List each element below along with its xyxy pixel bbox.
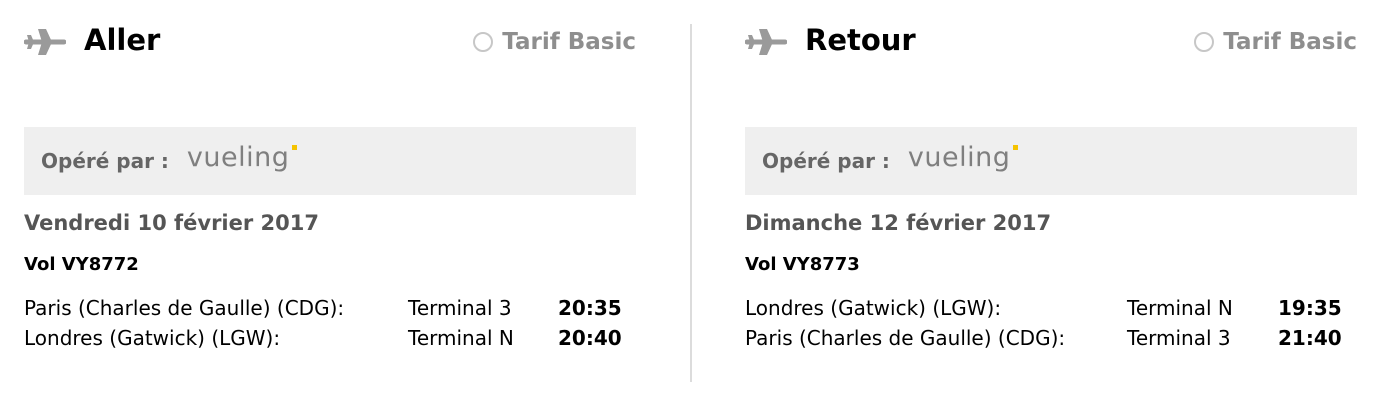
return-tarif-option[interactable]: Tarif Basic [1194,28,1357,56]
terminal: Terminal 3 [1127,326,1231,350]
outbound-panel: Aller Tarif Basic Opéré par : vueling Ve… [22,0,636,400]
panel-divider [690,24,692,382]
flight-date: Dimanche 12 février 2017 [745,211,1052,235]
arrival-row: Paris (Charles de Gaulle) (CDG): Termina… [745,323,1357,353]
airplane-icon [745,23,787,61]
tarif-radio-button[interactable] [473,32,494,52]
airport-name: Paris (Charles de Gaulle) (CDG): [24,296,345,320]
outbound-title: Aller [84,23,161,57]
outbound-tarif-option[interactable]: Tarif Basic [473,28,636,56]
vueling-logo: vueling [908,143,1019,173]
departure-row: Londres (Gatwick) (LGW): Terminal N 19:3… [745,293,1357,323]
tarif-label: Tarif Basic [502,29,636,55]
terminal: Terminal N [408,326,514,350]
tarif-label: Tarif Basic [1223,29,1357,55]
flight-date: Vendredi 10 février 2017 [24,211,319,235]
airplane-icon [24,23,66,61]
flight-number: Vol VY8773 [745,254,860,275]
arrival-time: 20:40 [558,326,622,350]
arrival-time: 21:40 [1278,326,1342,350]
operated-by-label: Opéré par : [41,149,169,173]
departure-row: Paris (Charles de Gaulle) (CDG): Termina… [24,293,636,323]
operated-by-bar: Opéré par : vueling [745,127,1357,195]
terminal: Terminal 3 [408,296,512,320]
flight-number: Vol VY8772 [24,254,139,275]
vueling-logo: vueling [187,143,298,173]
return-title: Retour [805,23,916,57]
departure-time: 19:35 [1278,296,1342,320]
airport-name: Paris (Charles de Gaulle) (CDG): [745,326,1066,350]
departure-time: 20:35 [558,296,622,320]
arrival-row: Londres (Gatwick) (LGW): Terminal N 20:4… [24,323,636,353]
operated-by-bar: Opéré par : vueling [24,127,636,195]
operated-by-label: Opéré par : [762,149,890,173]
airport-name: Londres (Gatwick) (LGW): [745,296,1002,320]
terminal: Terminal N [1127,296,1233,320]
return-panel: Retour Tarif Basic Opéré par : vueling D… [743,0,1357,400]
tarif-radio-button[interactable] [1194,32,1215,52]
airport-name: Londres (Gatwick) (LGW): [24,326,281,350]
